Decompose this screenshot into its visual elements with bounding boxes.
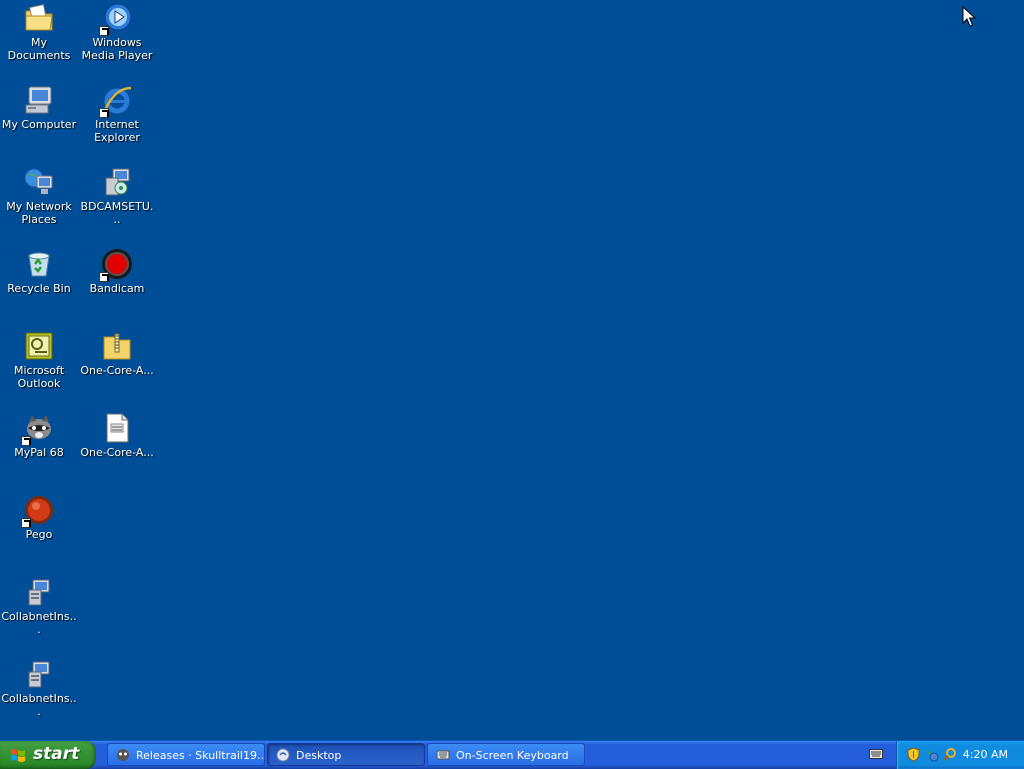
windows-logo-icon <box>11 749 25 762</box>
desktop-icon-one-core-a-file[interactable]: One-Core-A... <box>78 412 156 459</box>
recycle-bin-icon <box>23 248 55 280</box>
desktop-icon-label: Recycle Bin <box>7 282 71 295</box>
desktop-icon-recycle-bin[interactable]: Recycle Bin <box>0 248 78 295</box>
desktop-icon <box>276 748 290 762</box>
system-tray: 4:20 AM <box>896 741 1024 769</box>
desktop[interactable]: My Documents My Computer My Network Plac… <box>0 0 1024 740</box>
desktop-icon-internet-explorer[interactable]: Internet Explorer <box>78 84 156 144</box>
desktop-icon-label: One-Core-A... <box>80 446 154 459</box>
mouse-cursor-icon <box>962 6 976 27</box>
outlook-icon <box>23 330 55 362</box>
desktop-icon-my-computer[interactable]: My Computer <box>0 84 78 131</box>
bandicam-icon <box>99 248 133 282</box>
taskbar-button-label: Desktop <box>296 749 342 762</box>
start-button[interactable]: start <box>0 741 96 769</box>
internet-explorer-icon <box>99 84 133 118</box>
security-shield-icon[interactable] <box>906 747 921 762</box>
taskbar: start Releases · Skulltrail19... Desktop… <box>0 740 1024 769</box>
desktop-icon-label: One-Core-A... <box>80 364 154 377</box>
desktop-icon-microsoft-outlook[interactable]: Microsoft Outlook <box>0 330 78 390</box>
desktop-icon-my-network-places[interactable]: My Network Places <box>0 166 78 226</box>
pego-icon <box>21 494 55 528</box>
desktop-icon-label: BDCAMSETU... <box>80 200 154 226</box>
browser-icon <box>117 749 129 761</box>
shortcut-arrow-icon <box>99 272 109 282</box>
desktop-icon-label: Windows Media Player <box>81 36 153 62</box>
desktop-icon-windows-media-player[interactable]: Windows Media Player <box>78 2 156 62</box>
desktop-icon-label: My Computer <box>1 118 77 131</box>
setup-installer-icon <box>101 166 133 198</box>
shortcut-arrow-icon <box>21 436 31 446</box>
desktop-icon-label: MyPal 68 <box>14 446 64 459</box>
desktop-icon-one-core-a-zip[interactable]: One-Core-A... <box>78 330 156 377</box>
search-icon[interactable] <box>942 747 957 762</box>
my-computer-icon <box>23 84 55 116</box>
desktop-icon-bandicam[interactable]: Bandicam <box>78 248 156 295</box>
desktop-icon-label: Microsoft Outlook <box>13 364 65 390</box>
desktop-icon-bdcamsetu[interactable]: BDCAMSETU... <box>78 166 156 226</box>
desktop-icon-collabnetins-1[interactable]: CollabnetIns... <box>0 576 78 636</box>
desktop-icon-label: My Documents <box>7 36 71 62</box>
zip-folder-icon <box>101 330 133 362</box>
windows-media-player-icon <box>99 2 133 36</box>
language-bar-keyboard-icon[interactable] <box>869 749 883 759</box>
desktop-icon-mypal-68[interactable]: MyPal 68 <box>0 412 78 459</box>
document-file-icon <box>101 412 133 444</box>
desktop-icon-pego[interactable]: Pego <box>0 494 78 541</box>
taskbar-button-releases[interactable]: Releases · Skulltrail19... <box>107 743 265 766</box>
clock[interactable]: 4:20 AM <box>963 741 1008 769</box>
taskbar-button-on-screen-keyboard[interactable]: On-Screen Keyboard <box>427 743 585 766</box>
desktop-icon-label: CollabnetIns... <box>1 692 77 718</box>
network-icon[interactable] <box>924 747 939 762</box>
shortcut-arrow-icon <box>99 108 109 118</box>
taskbar-button-label: On-Screen Keyboard <box>456 749 569 762</box>
taskbar-button-label: Releases · Skulltrail19... <box>136 749 265 762</box>
desktop-icon-my-documents[interactable]: My Documents <box>0 2 78 62</box>
installer-icon <box>23 658 55 690</box>
shortcut-arrow-icon <box>99 26 109 36</box>
desktop-icon-collabnetins-2[interactable]: CollabnetIns... <box>0 658 78 718</box>
start-label: start <box>33 744 80 764</box>
desktop-icon-label: My Network Places <box>6 200 72 226</box>
taskbar-button-desktop[interactable]: Desktop <box>267 743 425 766</box>
desktop-icon-label: Pego <box>25 528 53 541</box>
my-documents-icon <box>23 2 55 34</box>
desktop-icon-label: Internet Explorer <box>94 118 140 144</box>
desktop-icon-label: CollabnetIns... <box>1 610 77 636</box>
installer-icon <box>23 576 55 608</box>
network-places-icon <box>23 166 55 198</box>
shortcut-arrow-icon <box>21 518 31 528</box>
keyboard-icon <box>436 750 450 760</box>
mypal-icon <box>21 412 55 446</box>
desktop-icon-label: Bandicam <box>89 282 145 295</box>
